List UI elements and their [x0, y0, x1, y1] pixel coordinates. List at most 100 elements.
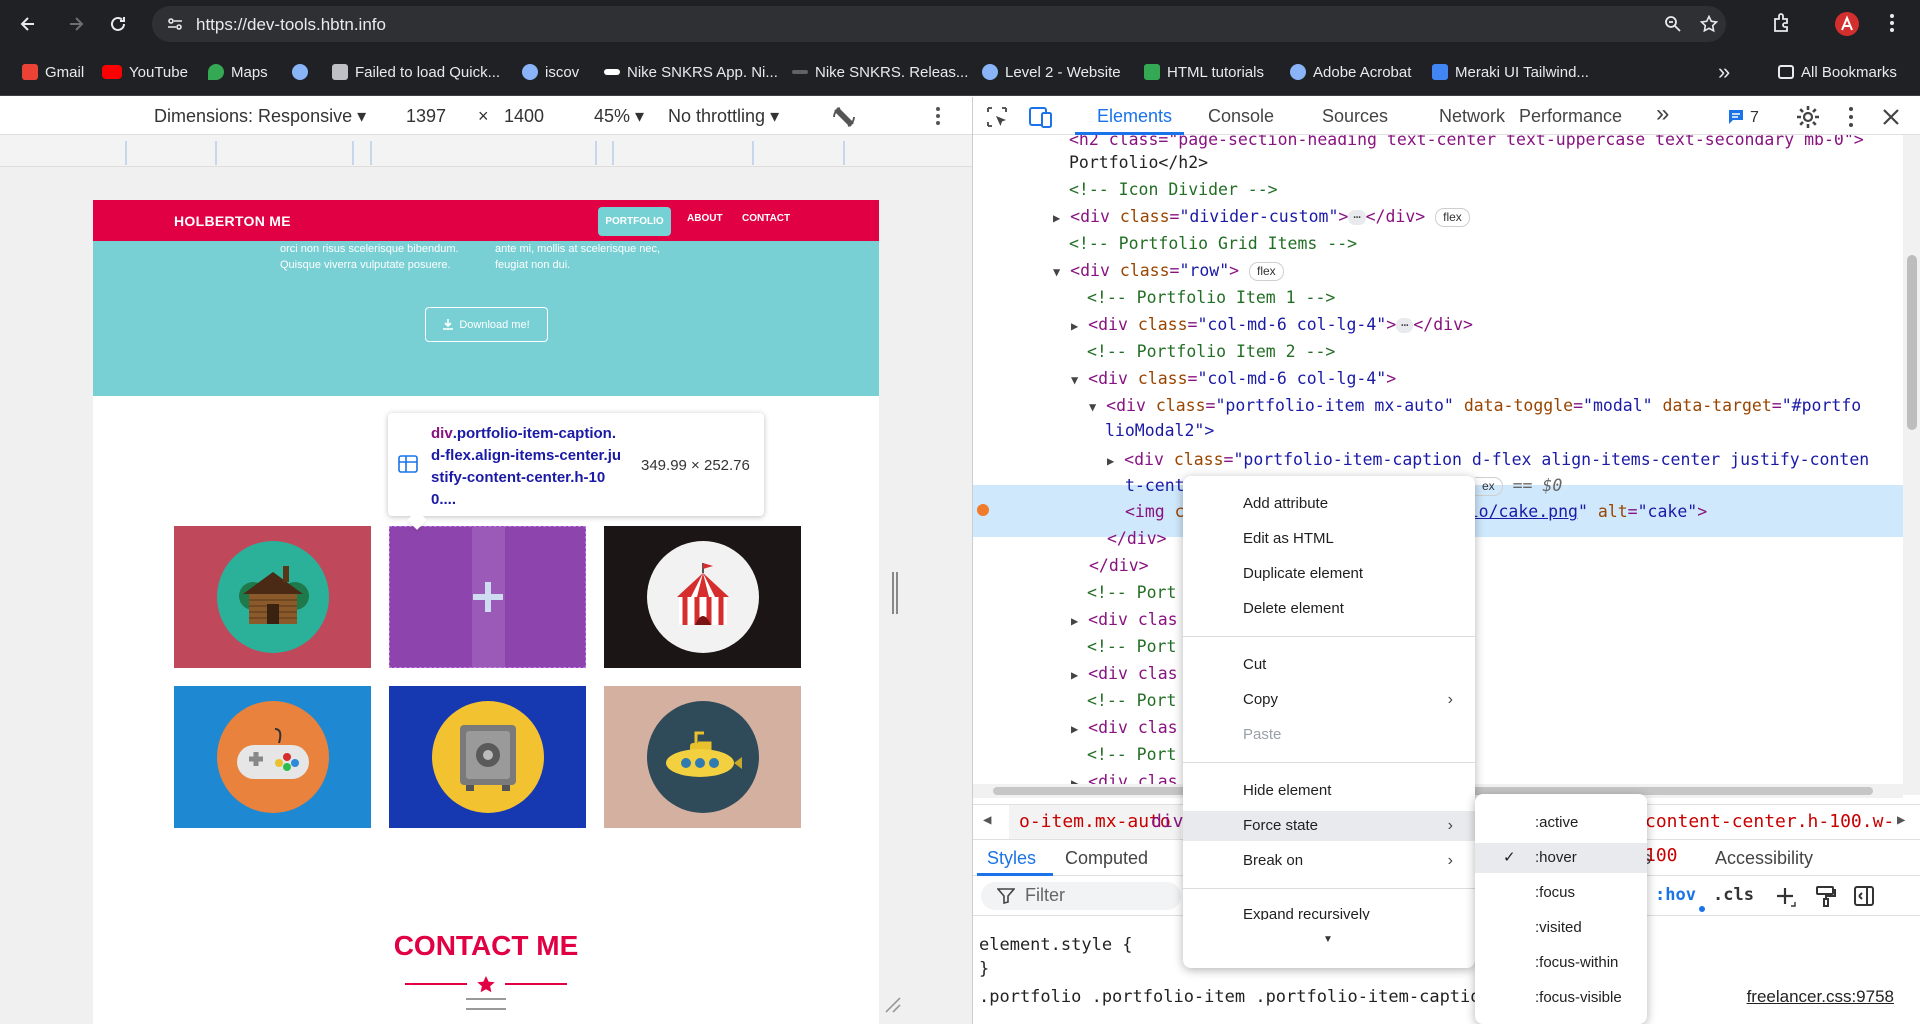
tab-console[interactable]: Console: [1208, 106, 1274, 127]
dom-line-comment-item2[interactable]: <!-- Portfolio Item 2 -->: [1087, 339, 1335, 365]
rotate-icon[interactable]: [830, 103, 858, 131]
dom-line-div-frag[interactable]: ▶ <div clas: [1071, 715, 1178, 741]
bookmark-youtube[interactable]: YouTube: [102, 60, 188, 84]
bookmark-nike-app[interactable]: Nike SNKRS App. Ni...: [604, 60, 778, 84]
menu-copy[interactable]: Copy ›: [1183, 685, 1475, 715]
dom-line-col-item2[interactable]: ▼ <div class="col-md-6 col-lg-4">: [1071, 366, 1396, 392]
dom-line-portfolio-item[interactable]: ▼ <div class="portfolio-item mx-auto" da…: [1089, 393, 1861, 419]
flex-badge[interactable]: flex: [1249, 262, 1284, 281]
width-input[interactable]: 1397: [400, 102, 468, 130]
back-button[interactable]: [16, 12, 40, 36]
menu-duplicate-element[interactable]: Duplicate element: [1183, 559, 1475, 589]
dom-line-div-frag[interactable]: ▶ <div clas: [1071, 607, 1178, 633]
dom-line-caption-cont[interactable]: t-cent: [1125, 473, 1185, 499]
paint-roller-icon[interactable]: [1815, 885, 1837, 907]
breadcrumb-right-arrow[interactable]: ▶: [1897, 812, 1905, 828]
menu-cut[interactable]: Cut: [1183, 650, 1475, 680]
bookmark-star-icon[interactable]: [1700, 15, 1718, 33]
devtools-menu-icon[interactable]: [1843, 105, 1859, 129]
dom-line-divider-custom[interactable]: ▶ <div class="divider-custom"> ⋯ </div> fl…: [1053, 204, 1470, 230]
media-query-ruler[interactable]: [0, 135, 972, 167]
dom-line-row[interactable]: ▼ <div class="row"> flex: [1053, 258, 1284, 284]
dom-line-col-item1[interactable]: ▶ <div class="col-md-6 col-lg-4"> ⋯ </div>: [1071, 312, 1473, 338]
bookmarks-overflow-button[interactable]: »: [1718, 59, 1730, 84]
menu-scroll-down-icon[interactable]: ▼: [1323, 934, 1333, 945]
flex-badge[interactable]: flex: [1435, 208, 1470, 227]
menu-delete-element[interactable]: Delete element: [1183, 594, 1475, 624]
portfolio-item-safe[interactable]: [389, 686, 586, 828]
dom-vertical-scrollbar[interactable]: [1903, 135, 1920, 795]
tab-styles[interactable]: Styles: [987, 848, 1036, 869]
dom-line-comment-icon-divider[interactable]: <!-- Icon Divider -->: [1069, 177, 1278, 203]
force-state-active[interactable]: :active: [1475, 808, 1647, 838]
dom-line-div-close[interactable]: </div>: [1107, 526, 1167, 552]
tab-elements[interactable]: Elements: [1097, 106, 1172, 127]
bookmark-html-tutorials[interactable]: HTML tutorials: [1144, 60, 1264, 84]
bookmark-gmail[interactable]: Gmail: [22, 60, 84, 84]
sidebar-toggle-icon[interactable]: [1853, 885, 1875, 907]
more-tabs-button[interactable]: »: [1656, 100, 1669, 128]
element-style-rule[interactable]: element.style { }: [979, 933, 1133, 981]
close-devtools-icon[interactable]: [1881, 107, 1901, 127]
all-bookmarks-button[interactable]: All Bookmarks: [1778, 60, 1897, 84]
menu-hide-element[interactable]: Hide element: [1183, 776, 1475, 806]
force-state-visited[interactable]: :visited: [1475, 913, 1647, 943]
dom-line-portfolio-close[interactable]: Portfolio</h2>: [1069, 150, 1208, 176]
portfolio-item-submarine[interactable]: [604, 686, 801, 828]
tab-sources[interactable]: Sources: [1322, 106, 1388, 127]
settings-gear-icon[interactable]: [1795, 104, 1821, 130]
force-state-hover[interactable]: ✓ :hover: [1475, 843, 1647, 873]
zoom-dropdown[interactable]: 45% ▾: [594, 106, 644, 127]
flex-badge-partial[interactable]: ex: [1475, 477, 1503, 496]
download-button[interactable]: Download me!: [425, 307, 548, 342]
bookmark-iscov[interactable]: iscov: [522, 60, 579, 84]
menu-add-attribute[interactable]: Add attribute: [1183, 489, 1475, 519]
bookmark-globe[interactable]: [292, 60, 308, 84]
rule-selector[interactable]: .portfolio .portfolio-item .portfolio-it…: [979, 987, 1481, 1007]
dom-line-comment-frag[interactable]: <!-- Port: [1087, 634, 1176, 660]
dom-line-comment-frag[interactable]: <!-- Port: [1087, 688, 1176, 714]
profile-avatar-icon[interactable]: [1834, 11, 1860, 37]
dom-line-caption-selected[interactable]: ▶ <div class="portfolio-item-caption d-f…: [1107, 447, 1869, 473]
menu-force-state[interactable]: Force state ›: [1183, 811, 1475, 841]
force-state-focus[interactable]: :focus: [1475, 878, 1647, 908]
menu-break-on[interactable]: Break on ›: [1183, 846, 1475, 876]
address-bar[interactable]: https://dev-tools.hbtn.info: [152, 6, 1726, 42]
portfolio-item-cake-hovered[interactable]: [389, 526, 586, 669]
portfolio-item-circus[interactable]: [604, 526, 801, 668]
zoom-icon[interactable]: [1664, 15, 1682, 33]
forward-button[interactable]: [64, 12, 88, 36]
hov-toggle[interactable]: :hov: [1655, 885, 1696, 905]
bookmark-adobe[interactable]: Adobe Acrobat: [1290, 60, 1411, 84]
dom-line-data-target-cont[interactable]: lioModal2">: [1105, 418, 1214, 444]
dom-line-comment-grid[interactable]: <!-- Portfolio Grid Items -->: [1069, 231, 1357, 257]
dimensions-dropdown[interactable]: Dimensions: Responsive ▾: [154, 106, 366, 127]
rule-source-link[interactable]: freelancer.css:9758: [1747, 987, 1894, 1007]
menu-kebab-icon[interactable]: [1880, 11, 1904, 35]
height-input[interactable]: 1400: [498, 102, 566, 130]
device-options-icon[interactable]: [928, 105, 948, 127]
force-state-focus-within[interactable]: :focus-within: [1475, 948, 1647, 978]
breadcrumb-caption[interactable]: content-center.h-100.w-100: [1645, 805, 1920, 866]
portfolio-item-game[interactable]: [174, 686, 371, 828]
bookmark-level2[interactable]: Level 2 - Website: [982, 60, 1121, 84]
nav-contact[interactable]: CONTACT: [742, 213, 790, 224]
menu-expand-recursively[interactable]: Expand recursively: [1183, 900, 1475, 920]
device-toggle-icon[interactable]: [1027, 105, 1053, 129]
site-brand[interactable]: HOLBERTON ME: [174, 213, 291, 229]
extensions-icon[interactable]: [1770, 11, 1794, 35]
tab-network[interactable]: Network: [1439, 106, 1505, 127]
styles-filter-input[interactable]: Filter: [981, 882, 1181, 910]
nav-portfolio[interactable]: PORTFOLIO: [598, 207, 671, 236]
dom-line-img[interactable]: <img c: [1125, 499, 1185, 525]
bookmark-maps[interactable]: Maps: [208, 60, 268, 84]
viewport-bottom-resize-handle[interactable]: [466, 998, 506, 1010]
portfolio-item-cabin[interactable]: [174, 526, 371, 668]
tab-accessibility[interactable]: Accessibility: [1715, 848, 1813, 869]
bookmark-quick[interactable]: Failed to load Quick...: [332, 60, 500, 84]
bookmark-meraki[interactable]: Meraki UI Tailwind...: [1432, 60, 1589, 84]
nav-about[interactable]: ABOUT: [687, 213, 723, 224]
viewport-resize-handle[interactable]: [892, 572, 898, 614]
inspect-element-icon[interactable]: [985, 105, 1009, 129]
dom-line-comment-frag[interactable]: <!-- Port: [1087, 742, 1176, 768]
